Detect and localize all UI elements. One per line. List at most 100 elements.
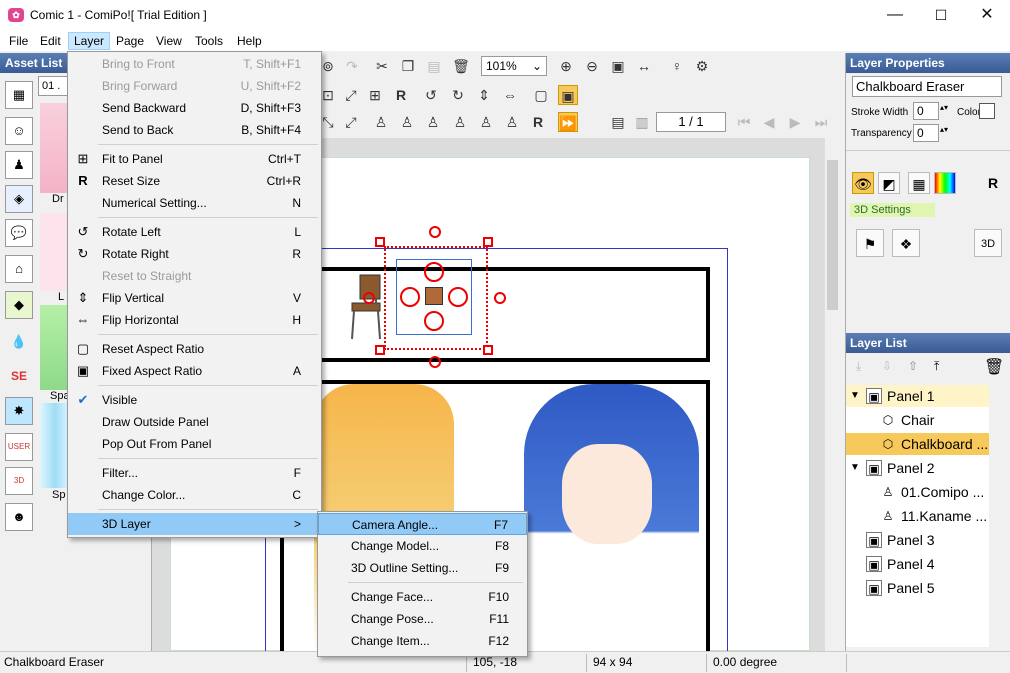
character-pose-icon[interactable]: ♟ xyxy=(5,151,33,179)
burst-effect-icon[interactable]: ✸ xyxy=(5,397,33,425)
fast-forward-icon[interactable]: ⏩ xyxy=(558,112,578,132)
page-indicator[interactable]: 1 / 1 xyxy=(656,112,726,132)
zoom-in-icon[interactable]: ⊕ xyxy=(556,56,576,76)
effect-icon[interactable]: ◆ xyxy=(5,291,33,319)
3d-object-icon[interactable]: ◈ xyxy=(5,185,33,213)
pose-icon[interactable]: ♙ xyxy=(476,112,496,132)
flip-vertical-tool-icon[interactable]: ⇕ xyxy=(474,85,494,105)
menu-change-color[interactable]: Change Color... C xyxy=(68,484,321,506)
reset-properties-icon[interactable]: R xyxy=(982,172,1004,194)
copy-icon[interactable]: ❐ xyxy=(398,56,418,76)
drop-icon[interactable]: 💧 xyxy=(5,329,33,357)
menu-help[interactable]: Help xyxy=(232,32,267,50)
layer-row-kaname[interactable]: ♙ 11.Kaname ... xyxy=(846,505,989,527)
move-up-icon[interactable]: ⇧ xyxy=(908,359,918,373)
menu-numerical-setting[interactable]: Numerical Setting... N xyxy=(68,192,321,214)
menu-3d-outline-setting[interactable]: 3D Outline Setting... F9 xyxy=(318,557,527,579)
left-handle[interactable] xyxy=(363,292,375,304)
collapse-icon[interactable]: ▼ xyxy=(850,385,860,407)
comic-panel-1[interactable] xyxy=(280,267,710,362)
menu-tools[interactable]: Tools xyxy=(190,32,228,50)
pose-icon[interactable]: ♙ xyxy=(397,112,417,132)
menu-reset-size[interactable]: R Reset Size Ctrl+R xyxy=(68,170,321,192)
pose-icon[interactable]: ♙ xyxy=(423,112,443,132)
color-swatch[interactable] xyxy=(979,103,995,119)
expand-tool-icon[interactable]: ⤢ xyxy=(341,112,361,132)
asset-thumb-2[interactable] xyxy=(40,213,70,291)
layer-row-chair[interactable]: ⬡ Chair xyxy=(846,409,989,431)
pose-icon[interactable]: ♙ xyxy=(450,112,470,132)
asset-thumb-1[interactable] xyxy=(40,103,70,193)
layer-row-chalkboard[interactable]: ⬡ Chalkboard ... xyxy=(846,433,989,455)
speech-balloon-icon[interactable]: 💬 xyxy=(5,219,33,247)
delete-icon[interactable]: 🗑 xyxy=(451,56,471,76)
model-icon[interactable]: ❖ xyxy=(892,229,920,257)
layer-name-field[interactable]: Chalkboard Eraser xyxy=(852,76,1002,97)
asset-thumb-4[interactable] xyxy=(40,403,70,488)
menu-rotate-right[interactable]: ↻ Rotate Right R xyxy=(68,243,321,265)
fit-page-icon[interactable]: ▣ xyxy=(608,56,628,76)
zoom-out-icon[interactable]: ⊖ xyxy=(582,56,602,76)
3d-user-asset-icon[interactable]: 3D xyxy=(5,467,33,495)
resize-handle[interactable] xyxy=(483,345,493,355)
transparency-pattern-icon[interactable]: ▦ xyxy=(908,172,930,194)
bottom-handle[interactable] xyxy=(429,356,441,368)
close-button[interactable]: ✕ xyxy=(964,0,1010,30)
layer-row-panel-4[interactable]: ▣ Panel 4 xyxy=(846,553,989,575)
camera-angle-icon[interactable]: ⚑ xyxy=(856,229,884,257)
menu-pop-out-from-panel[interactable]: Pop Out From Panel xyxy=(68,433,321,455)
rotate-left-tool-icon[interactable]: ↺ xyxy=(421,85,441,105)
asset-thumb-3[interactable] xyxy=(40,305,70,390)
menu-send-to-back[interactable]: Send to Back B, Shift+F4 xyxy=(68,119,321,141)
menu-rotate-left[interactable]: ↺ Rotate Left L xyxy=(68,221,321,243)
menu-edit[interactable]: Edit xyxy=(35,32,66,50)
menu-filter[interactable]: Filter... F xyxy=(68,462,321,484)
reset-pose-icon[interactable]: R xyxy=(528,112,548,132)
aspect-reset-tool-icon[interactable]: ▢ xyxy=(531,85,551,105)
top-handle[interactable] xyxy=(429,226,441,238)
menu-fixed-aspect-ratio[interactable]: ▣ Fixed Aspect Ratio A xyxy=(68,360,321,382)
aspect-fixed-tool-icon[interactable]: ▣ xyxy=(558,85,578,105)
layer-row-panel-2[interactable]: ▼ ▣ Panel 2 xyxy=(846,457,989,479)
scrollbar-thumb[interactable] xyxy=(827,160,838,310)
light-icon[interactable]: ♀ xyxy=(667,56,687,76)
move-top-icon[interactable]: ⤒ xyxy=(934,359,939,374)
menu-fit-to-panel[interactable]: ⊞ Fit to Panel Ctrl+T xyxy=(68,148,321,170)
right-handle[interactable] xyxy=(494,292,506,304)
3d-outline-icon[interactable]: 3D xyxy=(974,229,1002,257)
layer-row-panel-5[interactable]: ▣ Panel 5 xyxy=(846,577,989,599)
flip-horizontal-tool-icon[interactable]: ⇔ xyxy=(500,85,520,105)
rotate-handle[interactable] xyxy=(424,262,444,282)
outline-icon[interactable]: ◩ xyxy=(878,172,900,194)
menu-layer[interactable]: Layer xyxy=(68,32,111,50)
spinner-icon[interactable]: ▴▾ xyxy=(940,125,948,134)
color-gradient-icon[interactable] xyxy=(934,172,956,194)
pose-icon[interactable]: ♙ xyxy=(371,112,391,132)
menu-file[interactable]: File xyxy=(4,32,33,50)
layer-row-panel-3[interactable]: ▣ Panel 3 xyxy=(846,529,989,551)
user-asset-icon[interactable]: USER xyxy=(5,433,33,461)
asset-category-dropdown[interactable]: 01 . xyxy=(38,76,68,96)
maximize-button[interactable]: ☐ xyxy=(918,0,964,30)
menu-change-item[interactable]: Change Item... F12 xyxy=(318,630,527,652)
layer-row-panel-1[interactable]: ▼ ▣ Panel 1 xyxy=(846,385,989,407)
rotate-handle[interactable] xyxy=(424,311,444,331)
menu-change-model[interactable]: Change Model... F8 xyxy=(318,535,527,557)
panel-layout-icon[interactable]: ▦ xyxy=(5,81,33,109)
reset-tool-icon[interactable]: R xyxy=(391,85,411,105)
menu-camera-angle[interactable]: Camera Angle... F7 xyxy=(318,513,527,535)
menu-visible[interactable]: ✔ Visible xyxy=(68,389,321,411)
rotate-right-tool-icon[interactable]: ↻ xyxy=(448,85,468,105)
resize-handle[interactable] xyxy=(375,345,385,355)
resize-handle[interactable] xyxy=(375,237,385,247)
menu-flip-horizontal[interactable]: ⇔ Flip Horizontal H xyxy=(68,309,321,331)
menu-change-face[interactable]: Change Face... F10 xyxy=(318,586,527,608)
menu-draw-outside-panel[interactable]: Draw Outside Panel xyxy=(68,411,321,433)
collapse-icon[interactable]: ▼ xyxy=(850,457,860,479)
resize-tool-icon[interactable]: ⤢ xyxy=(341,85,361,105)
minimize-button[interactable]: — xyxy=(872,0,918,30)
stroke-width-field[interactable]: 0 xyxy=(913,102,939,120)
trash-icon[interactable]: 🗑 xyxy=(984,357,1004,377)
zoom-select[interactable]: 101% ⌄ xyxy=(481,56,547,76)
menu-change-pose[interactable]: Change Pose... F11 xyxy=(318,608,527,630)
